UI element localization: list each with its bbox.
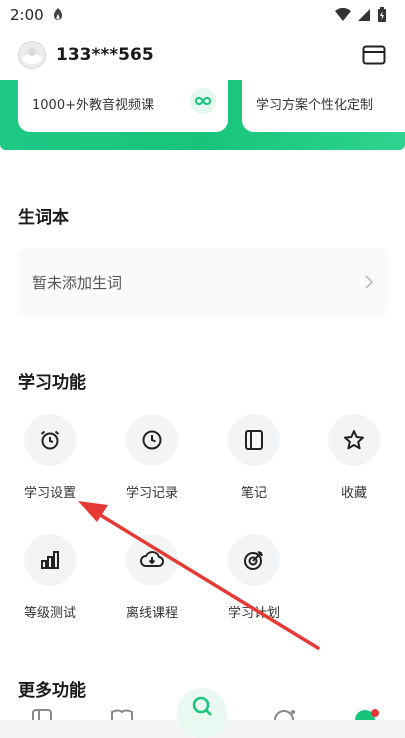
feature-label: 离线课程: [125, 606, 178, 621]
status-time: 2:00: [10, 6, 44, 24]
status-bar: 2:00: [0, 0, 405, 30]
profile-header: 133***565: [0, 30, 405, 80]
discover-tab-icon[interactable]: [272, 704, 296, 720]
feature-label: 等级测试: [23, 606, 76, 621]
vocab-empty-text: 暂未添加生词: [32, 273, 123, 292]
cloud-download-icon: [126, 534, 178, 586]
search-tab-button[interactable]: [177, 688, 227, 738]
username[interactable]: 133***565: [56, 45, 361, 65]
feature-label: 学习设置: [23, 486, 76, 501]
search-icon: [192, 696, 212, 716]
feature-study-settings[interactable]: 学习设置: [10, 414, 90, 501]
bar-chart-icon: [24, 534, 76, 586]
battery-icon: [378, 7, 386, 22]
chevron-right-icon: [365, 275, 374, 289]
feature-notes[interactable]: 笔记: [214, 414, 294, 501]
notebook-icon: [228, 414, 280, 466]
feature-offline-courses[interactable]: 离线课程: [112, 534, 192, 621]
feature-label: 收藏: [340, 486, 367, 501]
home-tab-icon[interactable]: [30, 704, 54, 720]
promo-subtitle: 学习方案个性化定制: [256, 98, 374, 113]
feature-level-test[interactable]: 等级测试: [10, 534, 90, 621]
app-notification-icon: [53, 8, 62, 20]
feature-label: 笔记: [240, 486, 267, 501]
profile-tab-icon[interactable]: [352, 704, 382, 720]
feature-label: 学习计划: [227, 606, 280, 621]
feature-label: 学习记录: [125, 486, 178, 501]
promo-subtitle: 1000+外教音视频课: [32, 98, 154, 113]
infinity-icon: [190, 88, 216, 114]
clock-icon: [126, 414, 178, 466]
vocab-card[interactable]: 暂未添加生词: [18, 248, 388, 316]
star-icon: [328, 414, 380, 466]
wifi-icon: [335, 8, 351, 21]
features-section-title: 学习功能: [18, 373, 86, 393]
mail-icon[interactable]: [361, 42, 387, 68]
feature-study-records[interactable]: 学习记录: [112, 414, 192, 501]
feature-favorites[interactable]: 收藏: [314, 414, 394, 501]
signal-icon: [358, 9, 370, 21]
book-tab-icon[interactable]: [110, 704, 134, 720]
alarm-clock-icon: [24, 414, 76, 466]
feature-study-plan[interactable]: 学习计划: [214, 534, 294, 621]
vocab-section-title: 生词本: [18, 208, 69, 228]
target-icon: [228, 534, 280, 586]
more-section-title: 更多功能: [18, 681, 86, 701]
avatar[interactable]: [18, 41, 46, 69]
